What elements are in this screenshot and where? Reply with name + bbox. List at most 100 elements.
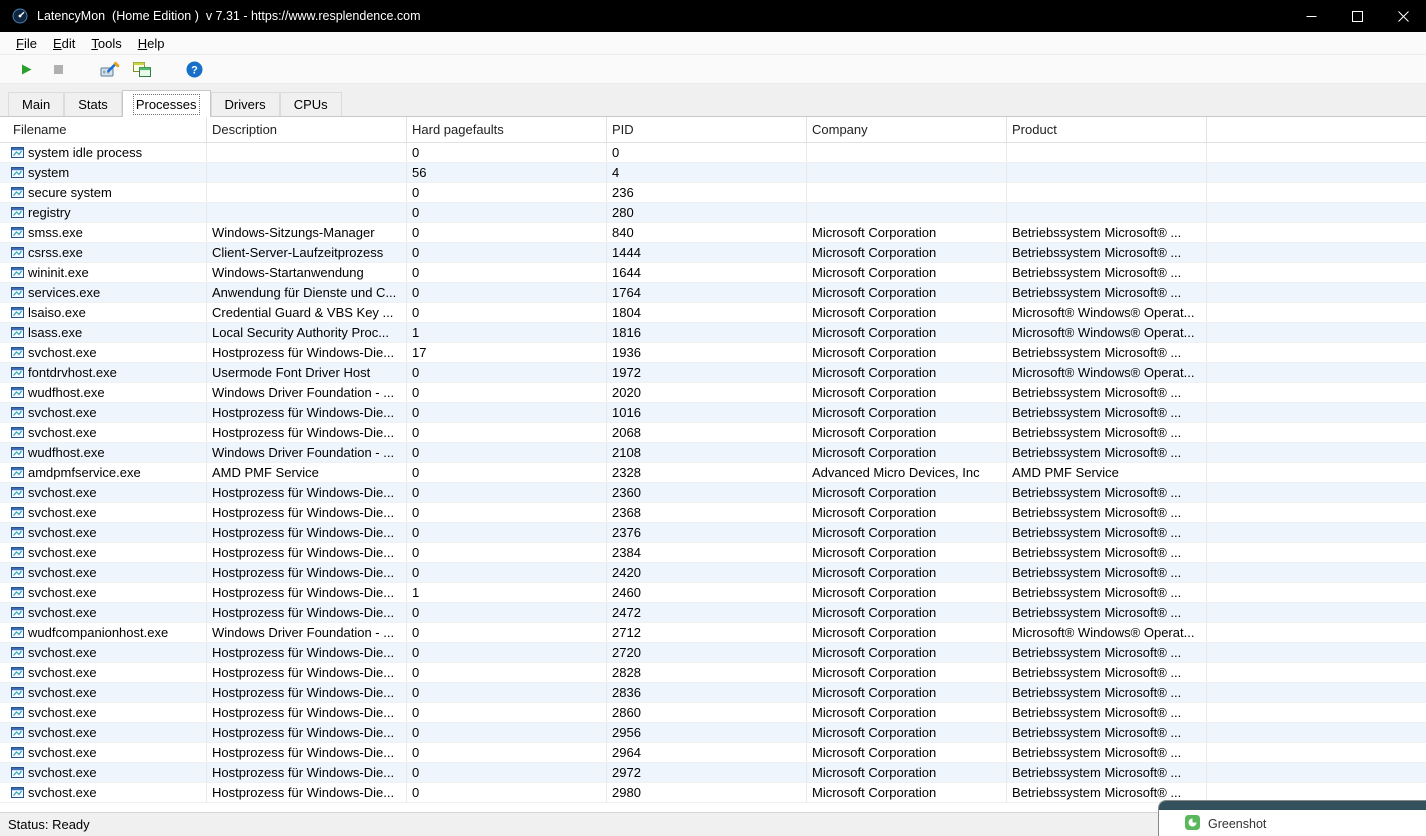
cell-filename: svchost.exe: [0, 783, 207, 802]
app-icon: [12, 8, 28, 24]
cell-hard_pagefaults: 0: [407, 743, 607, 762]
table-row[interactable]: system564: [0, 163, 1426, 183]
cell-filler: [1207, 243, 1426, 262]
cell-filename: system idle process: [0, 143, 207, 162]
table-row[interactable]: svchost.exeHostprozess für Windows-Die..…: [0, 423, 1426, 443]
tab-cpus[interactable]: CPUs: [280, 92, 342, 116]
menu-item-file[interactable]: File: [8, 34, 45, 53]
filename-text: wudfcompanionhost.exe: [28, 625, 168, 640]
cell-pid: 2828: [607, 663, 807, 682]
table-row[interactable]: svchost.exeHostprozess für Windows-Die..…: [0, 763, 1426, 783]
close-button[interactable]: [1380, 0, 1426, 32]
driver-tools-button[interactable]: [96, 57, 124, 81]
maximize-button[interactable]: [1334, 0, 1380, 32]
column-header-pid[interactable]: PID: [607, 117, 807, 143]
tab-label: CPUs: [294, 97, 328, 112]
table-row[interactable]: secure system0236: [0, 183, 1426, 203]
cell-filler: [1207, 263, 1426, 282]
svg-text:?: ?: [191, 64, 198, 76]
column-header-company[interactable]: Company: [807, 117, 1007, 143]
copy-report-button[interactable]: [128, 57, 156, 81]
help-button[interactable]: ?: [180, 57, 208, 81]
table-row[interactable]: services.exeAnwendung für Dienste und C.…: [0, 283, 1426, 303]
cell-product: Betriebssystem Microsoft® ...: [1007, 383, 1207, 402]
tab-main[interactable]: Main: [8, 92, 64, 116]
table-row[interactable]: svchost.exeHostprozess für Windows-Die..…: [0, 603, 1426, 623]
tab-processes[interactable]: Processes: [122, 90, 211, 117]
cell-hard_pagefaults: 0: [407, 263, 607, 282]
cell-product: Betriebssystem Microsoft® ...: [1007, 743, 1207, 762]
tab-stats[interactable]: Stats: [64, 92, 122, 116]
minimize-button[interactable]: [1288, 0, 1334, 32]
cell-filler: [1207, 223, 1426, 242]
table-row[interactable]: svchost.exeHostprozess für Windows-Die..…: [0, 743, 1426, 763]
cell-hard_pagefaults: 0: [407, 643, 607, 662]
table-row[interactable]: system idle process00: [0, 143, 1426, 163]
cell-filename: amdpmfservice.exe: [0, 463, 207, 482]
process-icon: [11, 187, 24, 198]
titlebar: LatencyMon (Home Edition ) v 7.31 - http…: [0, 0, 1426, 32]
menu-item-tools[interactable]: Tools: [83, 34, 129, 53]
table-row[interactable]: svchost.exeHostprozess für Windows-Die..…: [0, 663, 1426, 683]
table-row[interactable]: amdpmfservice.exeAMD PMF Service02328Adv…: [0, 463, 1426, 483]
cell-description: Hostprozess für Windows-Die...: [207, 643, 407, 662]
table-row[interactable]: wudfcompanionhost.exeWindows Driver Foun…: [0, 623, 1426, 643]
filename-text: svchost.exe: [28, 685, 97, 700]
table-row[interactable]: svchost.exeHostprozess für Windows-Die..…: [0, 523, 1426, 543]
table-row[interactable]: svchost.exeHostprozess für Windows-Die..…: [0, 403, 1426, 423]
cell-description: Hostprozess für Windows-Die...: [207, 603, 407, 622]
process-icon: [11, 587, 24, 598]
cell-product: Betriebssystem Microsoft® ...: [1007, 483, 1207, 502]
table-row[interactable]: smss.exeWindows-Sitzungs-Manager0840Micr…: [0, 223, 1426, 243]
table-row[interactable]: lsaiso.exeCredential Guard & VBS Key ...…: [0, 303, 1426, 323]
table-row[interactable]: svchost.exeHostprozess für Windows-Die..…: [0, 643, 1426, 663]
column-header-hard_pagefaults[interactable]: Hard pagefaults: [407, 117, 607, 143]
cell-filename: lsaiso.exe: [0, 303, 207, 322]
cell-company: Microsoft Corporation: [807, 403, 1007, 422]
table-row[interactable]: svchost.exeHostprozess für Windows-Die..…: [0, 683, 1426, 703]
greenshot-toast[interactable]: Greenshot: [1158, 800, 1426, 836]
menu-item-edit[interactable]: Edit: [45, 34, 83, 53]
column-header-product[interactable]: Product: [1007, 117, 1207, 143]
cell-pid: 2956: [607, 723, 807, 742]
menu-item-help[interactable]: Help: [130, 34, 173, 53]
table-row[interactable]: registry0280: [0, 203, 1426, 223]
cell-pid: 280: [607, 203, 807, 222]
cell-hard_pagefaults: 0: [407, 723, 607, 742]
start-monitor-button[interactable]: [12, 57, 40, 81]
cell-hard_pagefaults: 1: [407, 583, 607, 602]
table-row[interactable]: svchost.exeHostprozess für Windows-Die..…: [0, 343, 1426, 363]
table-row[interactable]: wininit.exeWindows-Startanwendung01644Mi…: [0, 263, 1426, 283]
cell-company: Microsoft Corporation: [807, 503, 1007, 522]
cell-company: Microsoft Corporation: [807, 263, 1007, 282]
toast-body: Greenshot: [1159, 810, 1426, 833]
column-header-filename[interactable]: Filename: [0, 117, 207, 143]
cell-filler: [1207, 143, 1426, 162]
table-row[interactable]: wudfhost.exeWindows Driver Foundation - …: [0, 443, 1426, 463]
filename-text: svchost.exe: [28, 545, 97, 560]
cell-filename: wininit.exe: [0, 263, 207, 282]
table-row[interactable]: svchost.exeHostprozess für Windows-Die..…: [0, 483, 1426, 503]
process-icon: [11, 687, 24, 698]
table-row[interactable]: lsass.exeLocal Security Authority Proc..…: [0, 323, 1426, 343]
table-row[interactable]: svchost.exeHostprozess für Windows-Die..…: [0, 723, 1426, 743]
column-header-description[interactable]: Description: [207, 117, 407, 143]
cell-company: Microsoft Corporation: [807, 643, 1007, 662]
cell-hard_pagefaults: 0: [407, 203, 607, 222]
table-row[interactable]: wudfhost.exeWindows Driver Foundation - …: [0, 383, 1426, 403]
table-row[interactable]: svchost.exeHostprozess für Windows-Die..…: [0, 703, 1426, 723]
table-row[interactable]: svchost.exeHostprozess für Windows-Die..…: [0, 503, 1426, 523]
stop-monitor-button[interactable]: [44, 57, 72, 81]
table-row[interactable]: fontdrvhost.exeUsermode Font Driver Host…: [0, 363, 1426, 383]
table-row[interactable]: svchost.exeHostprozess für Windows-Die..…: [0, 563, 1426, 583]
filename-text: lsaiso.exe: [28, 305, 86, 320]
tab-drivers[interactable]: Drivers: [211, 92, 280, 116]
table-row[interactable]: svchost.exeHostprozess für Windows-Die..…: [0, 583, 1426, 603]
table-row[interactable]: svchost.exeHostprozess für Windows-Die..…: [0, 543, 1426, 563]
table-row[interactable]: csrss.exeClient-Server-Laufzeitprozess01…: [0, 243, 1426, 263]
tab-bar: MainStatsProcessesDrivers CPUs: [0, 84, 1426, 116]
process-icon: [11, 407, 24, 418]
cell-filename: svchost.exe: [0, 643, 207, 662]
cell-product: Microsoft® Windows® Operat...: [1007, 323, 1207, 342]
cell-hard_pagefaults: 0: [407, 423, 607, 442]
